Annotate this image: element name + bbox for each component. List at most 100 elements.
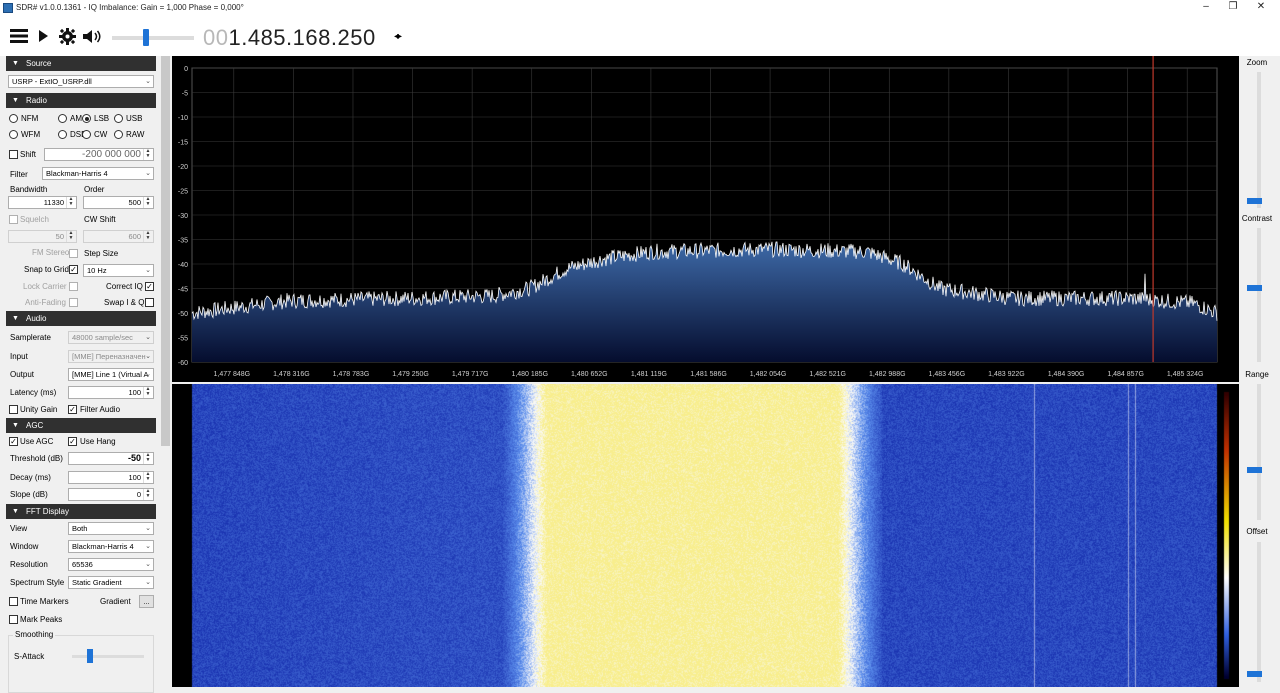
antifading-checkbox[interactable]: [69, 298, 78, 307]
volume-slider[interactable]: [112, 29, 194, 46]
section-fft-title: FFT Display: [26, 507, 69, 516]
spin-arrows-icon[interactable]: ▲ ▼: [66, 197, 75, 208]
zoom-slider-thumb[interactable]: [1247, 198, 1262, 204]
filter-select[interactable]: Blackman-Harris 4 ⌄: [42, 167, 154, 180]
resolution-select[interactable]: 65536 ⌄: [68, 558, 154, 571]
shift-label: Shift: [20, 150, 37, 159]
correctiq-checkbox[interactable]: ✓: [145, 282, 154, 291]
restore-button[interactable]: ❐: [1222, 1, 1244, 15]
offset-slider[interactable]: [1257, 542, 1261, 682]
x-tick-label: 1,483 922G: [988, 371, 1025, 378]
frequency-display[interactable]: 001.485.168.250: [203, 25, 376, 51]
section-agc-header[interactable]: ▼ AGC: [6, 418, 156, 433]
gradient-button[interactable]: ...: [139, 595, 154, 608]
shift-input[interactable]: -200 000 000 ▲ ▼: [44, 148, 154, 161]
useagc-checkbox[interactable]: ✓: [9, 437, 18, 446]
offset-slider-thumb[interactable]: [1247, 671, 1262, 677]
mode-radio-wfm[interactable]: [9, 130, 18, 139]
waterfall-display[interactable]: [172, 384, 1239, 687]
gear-icon[interactable]: [58, 24, 76, 48]
mode-radio-raw[interactable]: [114, 130, 123, 139]
spectrum-display[interactable]: 0 -5 -10 -15 -20 -25 -30 -35 -40 -45 -50 -55 -60 1,47…: [172, 56, 1239, 382]
x-tick-label: 1,482 988G: [869, 371, 906, 378]
section-fft-header[interactable]: ▼ FFT Display: [6, 504, 156, 519]
zoom-slider[interactable]: [1257, 72, 1261, 208]
squelch-checkbox[interactable]: [9, 215, 18, 224]
menu-icon[interactable]: [9, 24, 29, 48]
decay-input[interactable]: 100 ▲ ▼: [68, 471, 154, 484]
spin-arrows-icon[interactable]: ▲ ▼: [143, 149, 152, 160]
sidebar-scrollbar-thumb[interactable]: [161, 56, 170, 446]
contrast-slider-thumb[interactable]: [1247, 285, 1262, 291]
sattack-slider-thumb[interactable]: [87, 649, 93, 663]
spin-arrows-icon[interactable]: ▲ ▼: [143, 472, 152, 483]
spectrumstyle-select[interactable]: Static Gradient ⌄: [68, 576, 154, 589]
spin-arrows-icon[interactable]: ▲ ▼: [143, 197, 152, 208]
section-radio-header[interactable]: ▼ Radio: [6, 93, 156, 108]
spin-arrows-icon[interactable]: ▲ ▼: [143, 489, 152, 500]
input-select[interactable]: [MME] Переназначен ⌄: [68, 350, 154, 363]
spin-arrows-icon[interactable]: ▲ ▼: [143, 453, 152, 464]
collapse-triangle-icon: ▼: [12, 97, 19, 104]
timemarkers-checkbox[interactable]: [9, 597, 18, 606]
speaker-icon[interactable]: [82, 24, 102, 48]
mode-radio-am[interactable]: [58, 114, 67, 123]
section-radio-title: Radio: [26, 96, 47, 105]
spin-arrows-icon[interactable]: ▲ ▼: [66, 231, 75, 242]
cwshift-input[interactable]: 600 ▲ ▼: [83, 230, 154, 243]
contrast-slider[interactable]: [1257, 228, 1261, 362]
mode-label-raw: RAW: [126, 130, 145, 139]
samplerate-select[interactable]: 48000 sample/sec ⌄: [68, 331, 154, 344]
swapiq-checkbox[interactable]: [145, 298, 154, 307]
threshold-input[interactable]: -50 ▲ ▼: [68, 452, 154, 465]
range-slider-thumb[interactable]: [1247, 467, 1262, 473]
output-select[interactable]: [MME] Line 1 (Virtual A ⌄: [68, 368, 154, 381]
section-source-header[interactable]: ▼ Source: [6, 56, 156, 71]
sidebar-scrollbar[interactable]: [159, 56, 172, 693]
mode-radio-lsb[interactable]: [82, 114, 91, 123]
mode-radio-dsb[interactable]: [58, 130, 67, 139]
bandwidth-input[interactable]: 11330 ▲ ▼: [8, 196, 77, 209]
view-select[interactable]: Both ⌄: [68, 522, 154, 535]
source-device-value: USRP - ExtIO_USRP.dll: [12, 77, 92, 86]
spin-arrows-icon[interactable]: ▲ ▼: [143, 231, 152, 242]
sattack-slider[interactable]: [72, 649, 144, 663]
y-tick-label: 0: [184, 66, 188, 73]
latency-input[interactable]: 100 ▲ ▼: [68, 386, 154, 399]
snap-label: Snap to Grid: [24, 265, 69, 274]
stepsize-select[interactable]: 10 Hz ⌄: [83, 264, 154, 277]
spin-arrows-icon[interactable]: ▲ ▼: [143, 387, 152, 398]
filteraudio-checkbox[interactable]: ✓: [68, 405, 77, 414]
source-device-select[interactable]: USRP - ExtIO_USRP.dll ⌄: [8, 75, 154, 88]
mode-radio-nfm[interactable]: [9, 114, 18, 123]
frequency-step-arrows[interactable]: ◂▸: [394, 31, 402, 42]
minimize-button[interactable]: –: [1195, 1, 1217, 15]
chevron-down-icon: ⌄: [145, 543, 151, 550]
markpeaks-checkbox[interactable]: [9, 615, 18, 624]
usehang-checkbox[interactable]: ✓: [68, 437, 77, 446]
close-button[interactable]: ✕: [1250, 1, 1272, 15]
order-input[interactable]: 500 ▲ ▼: [83, 196, 154, 209]
lockcarrier-checkbox[interactable]: [69, 282, 78, 291]
volume-slider-thumb[interactable]: [143, 29, 149, 46]
spectrumstyle-value: Static Gradient: [72, 578, 122, 587]
x-tick-label: 1,478 316G: [273, 371, 310, 378]
mode-radio-cw[interactable]: [82, 130, 91, 139]
collapse-triangle-icon: ▼: [12, 315, 19, 322]
fmstereo-checkbox[interactable]: [69, 249, 78, 258]
play-icon[interactable]: [37, 24, 49, 48]
offset-label: Offset: [1246, 527, 1268, 536]
squelch-input[interactable]: 50 ▲ ▼: [8, 230, 77, 243]
section-audio-header[interactable]: ▼ Audio: [6, 311, 156, 326]
unitygain-checkbox[interactable]: [9, 405, 18, 414]
range-slider[interactable]: [1257, 384, 1261, 520]
window-select[interactable]: Blackman-Harris 4 ⌄: [68, 540, 154, 553]
snap-checkbox[interactable]: ✓: [69, 265, 78, 274]
shift-checkbox[interactable]: [9, 150, 18, 159]
slope-input[interactable]: 0 ▲ ▼: [68, 488, 154, 501]
sattack-label: S-Attack: [14, 652, 45, 661]
chevron-down-icon: ⌄: [145, 267, 151, 274]
chevron-down-icon: ⌄: [145, 561, 151, 568]
range-label: Range: [1245, 370, 1269, 379]
mode-radio-usb[interactable]: [114, 114, 123, 123]
